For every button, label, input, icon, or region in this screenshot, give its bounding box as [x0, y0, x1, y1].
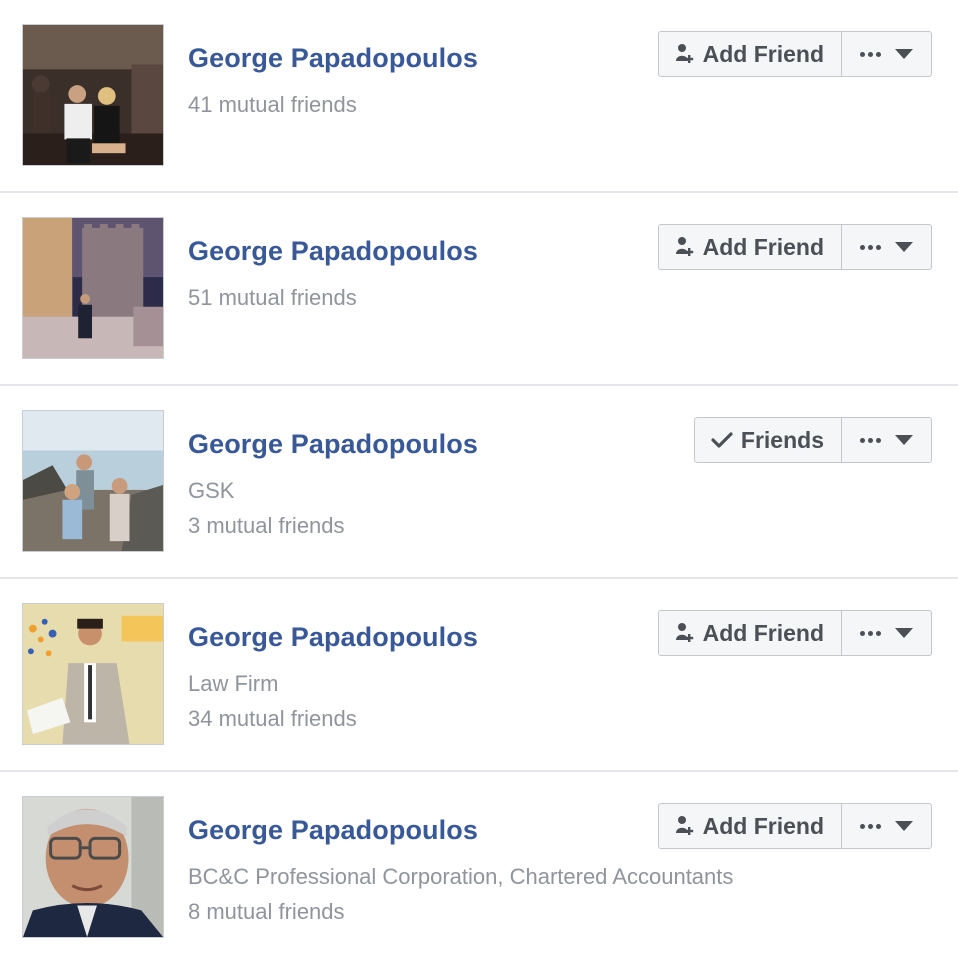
- checkmark-icon: [711, 431, 733, 449]
- add-friend-label: Add Friend: [702, 812, 824, 839]
- couple-at-night-photo: [23, 25, 163, 165]
- chevron-down-icon: [895, 242, 913, 252]
- more-options-button[interactable]: [842, 31, 932, 77]
- more-options-button[interactable]: [842, 610, 932, 656]
- profile-photo[interactable]: [22, 24, 164, 166]
- chevron-down-icon: [895, 821, 913, 831]
- castle-night-photo: [23, 218, 163, 358]
- add-friend-label: Add Friend: [702, 619, 824, 646]
- more-options-button[interactable]: [842, 224, 932, 270]
- mutual-friends-text[interactable]: 34 mutual friends: [188, 701, 828, 736]
- friend-suggestion-list: George Papadopoulos 41 mutual friends Ad…: [0, 0, 958, 965]
- more-dots-icon: [860, 51, 881, 57]
- more-dots-icon: [860, 630, 881, 636]
- add-friend-button[interactable]: Add Friend: [657, 31, 842, 77]
- workplace-text: BC&C Professional Corporation, Chartered…: [188, 864, 734, 889]
- friends-button[interactable]: Friends: [693, 417, 842, 463]
- add-friend-button[interactable]: Add Friend: [657, 803, 842, 849]
- speaker-podium-photo: [23, 604, 163, 744]
- add-friend-icon: [675, 622, 695, 644]
- elderly-man-glasses-photo: [23, 797, 163, 937]
- chevron-down-icon: [895, 49, 913, 59]
- more-options-button[interactable]: [842, 417, 932, 463]
- more-dots-icon: [860, 244, 881, 250]
- kids-by-sea-photo: [23, 411, 163, 551]
- add-friend-button[interactable]: Add Friend: [657, 224, 842, 270]
- add-friend-icon: [675, 43, 695, 65]
- list-item: George Papadopoulos 51 mutual friends Ad…: [0, 193, 958, 386]
- profile-photo[interactable]: [22, 796, 164, 938]
- more-options-button[interactable]: [842, 803, 932, 849]
- mutual-friends-text[interactable]: 51 mutual friends: [188, 280, 828, 315]
- list-item: George Papadopoulos 41 mutual friends Ad…: [0, 0, 958, 193]
- friend-actions: Add Friend: [657, 610, 932, 656]
- list-item: George Papadopoulos BC&C Professional Co…: [0, 772, 958, 965]
- chevron-down-icon: [895, 628, 913, 638]
- list-item: George Papadopoulos Law Firm 34 mutual f…: [0, 579, 958, 772]
- friend-actions: Add Friend: [657, 803, 932, 849]
- more-dots-icon: [860, 437, 881, 443]
- friends-label: Friends: [740, 426, 824, 453]
- add-friend-label: Add Friend: [702, 40, 824, 67]
- mutual-friends-text[interactable]: 3 mutual friends: [188, 508, 828, 543]
- workplace-text: Law Firm: [188, 671, 279, 696]
- profile-photo[interactable]: [22, 217, 164, 359]
- chevron-down-icon: [895, 435, 913, 445]
- add-friend-label: Add Friend: [702, 233, 824, 260]
- mutual-friends-text[interactable]: 8 mutual friends: [188, 894, 828, 929]
- add-friend-icon: [675, 236, 695, 258]
- add-friend-icon: [675, 815, 695, 837]
- profile-photo[interactable]: [22, 410, 164, 552]
- list-item: George Papadopoulos GSK 3 mutual friends…: [0, 386, 958, 579]
- mutual-friends-text[interactable]: 41 mutual friends: [188, 87, 828, 122]
- add-friend-button[interactable]: Add Friend: [657, 610, 842, 656]
- friend-actions: Add Friend: [657, 31, 932, 77]
- profile-photo[interactable]: [22, 603, 164, 745]
- friend-actions: Add Friend: [657, 224, 932, 270]
- more-dots-icon: [860, 823, 881, 829]
- workplace-text: GSK: [188, 478, 235, 503]
- friend-actions: Friends: [693, 417, 932, 463]
